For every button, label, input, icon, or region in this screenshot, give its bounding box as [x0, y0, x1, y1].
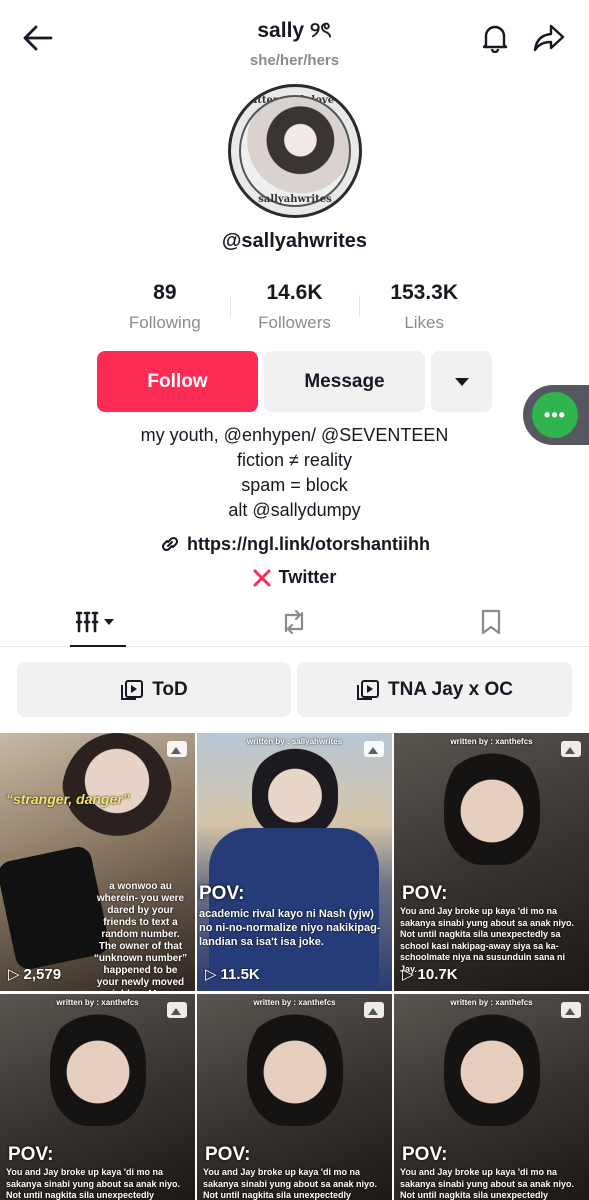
repost-icon	[285, 609, 304, 634]
stat-likes[interactable]: 153.3K Likes	[359, 281, 489, 341]
x-logo-icon	[253, 569, 271, 586]
playlist-tod[interactable]: ToD	[17, 662, 291, 717]
profile-header: sally ୨ৎ she/her/hers	[0, 0, 589, 78]
video-pov: POV:	[402, 883, 448, 904]
bio-line: spam = block	[241, 475, 348, 495]
bio-link-text: https://ngl.link/otorshantiihh	[187, 533, 430, 554]
caret-down-icon	[454, 377, 469, 386]
avatar-photo	[239, 95, 351, 207]
playlist-tna-jay[interactable]: TNA Jay x OC	[297, 662, 572, 717]
suggested-accounts-button[interactable]	[431, 351, 492, 412]
stat-label: Followers	[258, 313, 331, 332]
stat-followers[interactable]: 14.6K Followers	[229, 281, 360, 341]
video-thumbnail[interactable]: written by : xanthefcs POV: You and Jay …	[394, 994, 589, 1200]
bio-line: fiction ≠ reality	[237, 450, 352, 470]
message-button[interactable]: Message	[264, 351, 425, 412]
stats-row: 89 Following 14.6K Followers 153.3K Like…	[100, 281, 489, 341]
grid-icon	[76, 611, 115, 632]
tab-favorites[interactable]	[393, 597, 589, 646]
thumbnail-figure	[443, 745, 540, 865]
share-button[interactable]	[529, 18, 569, 58]
bio-line: alt @sallydumpy	[228, 500, 361, 520]
tab-reposts[interactable]	[196, 597, 392, 646]
content-tabs	[0, 597, 589, 647]
avatar[interactable]: written with love by sallyahwrites	[228, 84, 362, 218]
stat-label: Likes	[404, 313, 445, 332]
twitter-link[interactable]: Twitter	[0, 567, 589, 588]
play-icon: ▷	[205, 966, 217, 983]
bio: my youth, @enhypen/ @SEVENTEEN fiction ≠…	[0, 423, 589, 523]
bell-icon	[482, 25, 508, 53]
photo-mode-icon	[561, 1002, 581, 1018]
photo-mode-icon	[364, 1002, 384, 1018]
video-caption: You and Jay broke up kaya 'di mo na saka…	[400, 1167, 575, 1200]
video-caption: a wonwoo au wherein- you were dared by y…	[93, 881, 188, 991]
photo-mode-icon	[561, 741, 581, 757]
video-pov: POV:	[199, 883, 245, 904]
twitter-label: Twitter	[278, 567, 337, 587]
follow-button[interactable]: Follow	[97, 351, 258, 412]
view-count: ▷ 11.5K	[205, 965, 260, 984]
playlist-label: TNA Jay x OC	[388, 678, 513, 700]
video-caption: academic rival kayo ni Nash (yjw) no ni-…	[199, 908, 381, 948]
view-count: ▷ 10.7K	[402, 965, 458, 984]
thumbnail-figure	[251, 745, 338, 837]
stat-value: 89	[153, 281, 177, 304]
view-count: ▷ 2,579	[8, 965, 62, 984]
photo-mode-icon	[167, 1002, 187, 1018]
thumbnail-figure	[246, 1006, 343, 1126]
link-icon	[161, 536, 179, 552]
video-overlay-text: “stranger, danger”	[6, 791, 130, 807]
video-thumbnail[interactable]: “stranger, danger” a wonwoo au wherein- …	[0, 733, 195, 991]
avatar-bottom-text: sallyahwrites	[258, 194, 332, 205]
stat-value: 14.6K	[266, 281, 323, 304]
playlist-icon	[357, 679, 380, 700]
stat-value: 153.3K	[390, 281, 459, 304]
thumbnail-figure	[443, 1006, 540, 1126]
play-icon: ▷	[402, 966, 414, 983]
share-arrow-icon	[533, 24, 565, 52]
photo-mode-icon	[167, 741, 187, 757]
video-thumbnail[interactable]: written by : sallyahwrites POV: academic…	[197, 733, 392, 991]
video-pov: POV:	[402, 1144, 448, 1165]
thumbnail-figure	[49, 1006, 146, 1126]
notification-button[interactable]	[475, 18, 515, 58]
stat-label: Following	[128, 313, 201, 332]
tab-videos[interactable]	[0, 597, 196, 647]
playlist-icon	[121, 679, 144, 700]
bio-link[interactable]: https://ngl.link/otorshantiihh	[0, 533, 589, 555]
video-caption: You and Jay broke up kaya 'di mo na saka…	[6, 1167, 181, 1200]
stat-following[interactable]: 89 Following	[100, 281, 230, 341]
photo-mode-icon	[364, 741, 384, 757]
video-pov: POV:	[205, 1144, 251, 1165]
bio-line: my youth, @enhypen/ @SEVENTEEN	[140, 425, 449, 445]
playlist-label: ToD	[152, 678, 188, 700]
video-caption: You and Jay broke up kaya 'di mo na saka…	[203, 1167, 378, 1200]
bookmark-icon	[481, 609, 500, 634]
video-pov: POV:	[8, 1144, 54, 1165]
play-icon: ▷	[8, 966, 20, 983]
video-thumbnail[interactable]: written by : xanthefcs POV: You and Jay …	[197, 994, 392, 1200]
username: @sallyahwrites	[221, 230, 368, 252]
video-thumbnail[interactable]: written by : xanthefcs POV: You and Jay …	[0, 994, 195, 1200]
video-thumbnail[interactable]: written by : xanthefcs POV: You and Jay …	[394, 733, 589, 991]
